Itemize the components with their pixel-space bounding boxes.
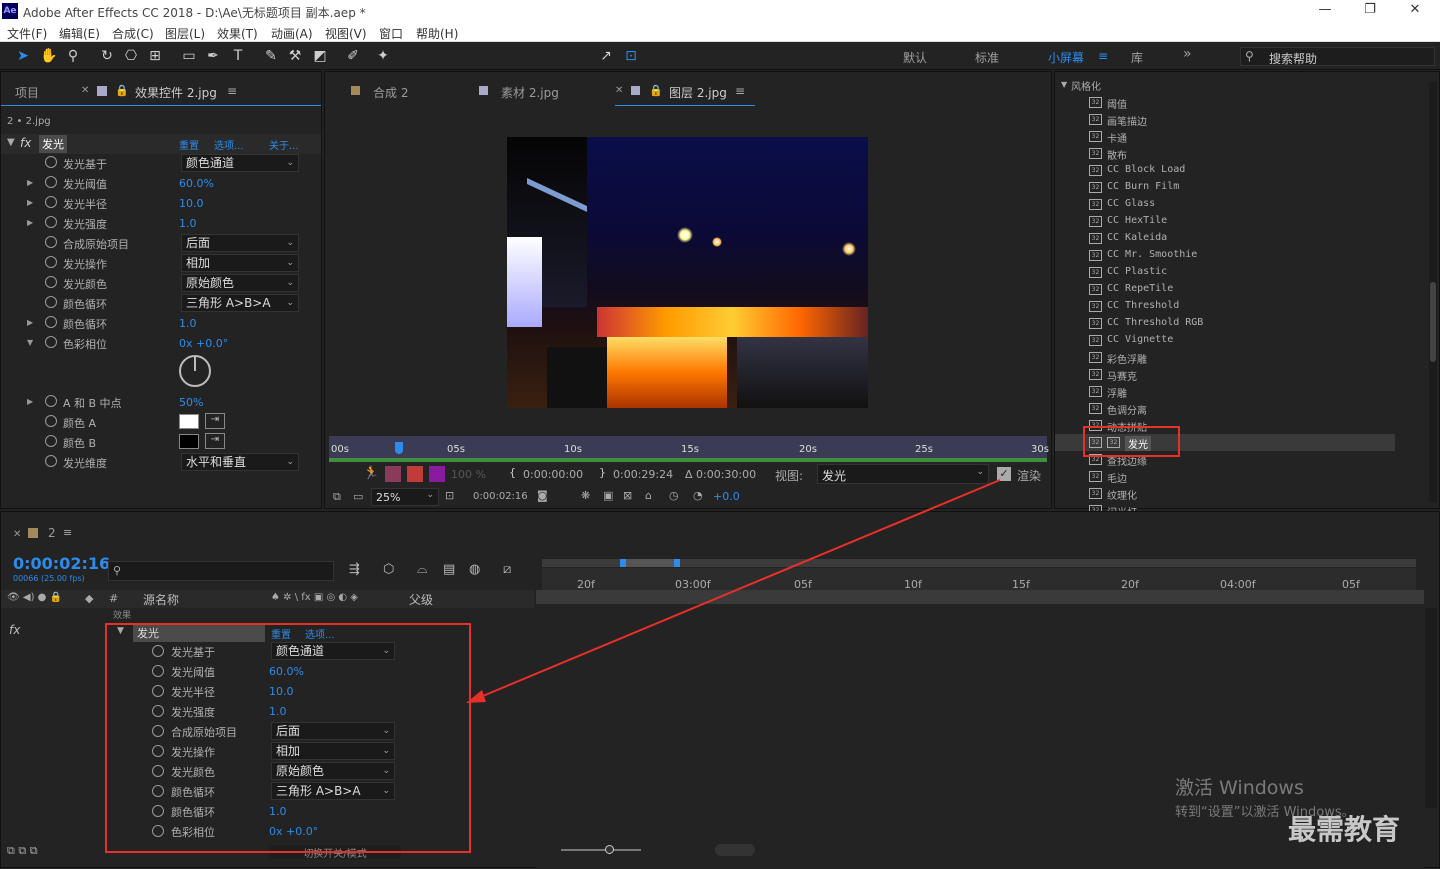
activate-windows-text: 激活 Windows: [1175, 777, 1304, 799]
brand-watermark: 最需教育: [1288, 813, 1401, 846]
annotation-arrow: [466, 479, 1001, 703]
